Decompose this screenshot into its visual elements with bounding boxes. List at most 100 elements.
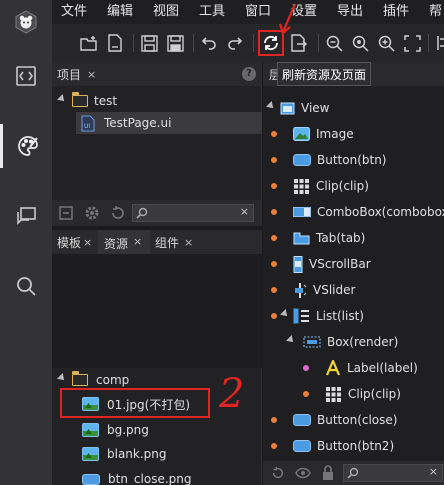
menu-plugins[interactable]: 插件 xyxy=(383,0,409,24)
menu-edit[interactable]: 编辑 xyxy=(107,0,133,24)
new-folder-icon[interactable] xyxy=(78,32,100,54)
expand-caret-icon[interactable] xyxy=(280,309,290,319)
tree-node[interactable]: Clip(clip) xyxy=(303,383,401,405)
tree-label: Box(render) xyxy=(327,335,399,349)
comment-icon[interactable] xyxy=(0,194,52,238)
menu-view[interactable]: 视图 xyxy=(153,0,179,24)
redo-icon[interactable] xyxy=(224,32,246,54)
tree-node[interactable]: VScrollBar xyxy=(271,253,371,275)
button-icon xyxy=(293,154,311,166)
asset-panel: 模板 × 资源 × 组件 × comp 01.jpg(不打包) 2 bg.png… xyxy=(52,230,262,485)
tab-label: 资源 xyxy=(104,237,129,251)
toolbar xyxy=(52,24,444,62)
hierarchy-search-input[interactable]: × xyxy=(343,464,443,482)
tree-label: Label(label) xyxy=(347,361,418,375)
settings-gear-icon[interactable] xyxy=(84,205,100,221)
search-icon[interactable] xyxy=(0,264,52,308)
menu-help[interactable]: 帮 xyxy=(429,0,442,24)
project-search-input[interactable]: × xyxy=(132,204,254,222)
tree-node[interactable]: Button(close) xyxy=(271,409,397,431)
menu-bar: 文件 编辑 视图 工具 窗口 设置 导出 插件 帮 xyxy=(52,0,444,24)
close-icon[interactable]: × xyxy=(133,235,142,248)
tree-node[interactable]: List(list) xyxy=(271,305,364,327)
tree-label: btn_close.png xyxy=(108,472,192,485)
align-left-icon[interactable] xyxy=(433,32,444,54)
close-icon[interactable]: × xyxy=(184,236,193,249)
activity-bar xyxy=(0,0,52,485)
collapse-icon[interactable] xyxy=(58,205,74,221)
toolbar-separator xyxy=(428,34,429,52)
search-icon xyxy=(347,467,359,479)
refresh-small-icon[interactable] xyxy=(271,466,285,480)
tree-node[interactable]: Button(btn) xyxy=(271,149,387,171)
clip-icon xyxy=(325,386,342,403)
project-panel-header: 项目 × ? xyxy=(52,62,262,86)
help-icon[interactable]: ? xyxy=(242,67,256,81)
tree-file-btn-close[interactable]: btn_close.png xyxy=(82,468,192,485)
tree-file-blank[interactable]: blank.png xyxy=(82,443,167,465)
refresh-small-icon[interactable] xyxy=(110,205,126,221)
close-icon[interactable]: × xyxy=(87,68,96,81)
save-all-icon[interactable] xyxy=(164,32,186,54)
undo-icon[interactable] xyxy=(198,32,220,54)
asset-preview-area xyxy=(52,254,262,368)
tree-label: Clip(clip) xyxy=(316,179,369,193)
tree-file-testpage[interactable]: UI TestPage.ui xyxy=(76,112,262,134)
tree-label: Tab(tab) xyxy=(316,231,366,245)
tree-folder-test[interactable]: test xyxy=(57,90,118,112)
toolbar-separator xyxy=(133,34,134,52)
fit-screen-icon[interactable] xyxy=(401,32,423,54)
tree-label: ComboBox(combobox) xyxy=(317,205,444,219)
node-status-dot xyxy=(271,287,277,293)
tree-file-bg[interactable]: bg.png xyxy=(82,419,149,441)
clear-search-icon[interactable]: × xyxy=(429,465,438,478)
menu-export[interactable]: 导出 xyxy=(337,0,363,24)
ui-file-icon: UI xyxy=(81,115,95,131)
close-icon[interactable]: × xyxy=(83,236,92,249)
code-view-icon[interactable] xyxy=(0,54,52,98)
tree-label: Button(btn) xyxy=(317,153,387,167)
zoom-out-icon[interactable] xyxy=(323,32,345,54)
lock-icon[interactable] xyxy=(321,465,335,481)
tree-node[interactable]: Label(label) xyxy=(303,357,418,379)
tree-label: VScrollBar xyxy=(309,257,371,271)
app-logo-icon xyxy=(0,0,52,44)
hierarchy-search-bar: × xyxy=(263,461,444,485)
node-status-dot xyxy=(271,443,277,449)
tree-label: Image xyxy=(316,127,354,141)
menu-tools[interactable]: 工具 xyxy=(199,0,225,24)
clear-search-icon[interactable]: × xyxy=(240,205,249,218)
visibility-eye-icon[interactable] xyxy=(295,466,311,480)
tab-project[interactable]: 项目 xyxy=(57,66,81,83)
label-icon xyxy=(325,360,341,376)
node-status-dot xyxy=(271,261,277,267)
expand-caret-icon[interactable] xyxy=(266,101,276,111)
tree-label: bg.png xyxy=(107,423,149,437)
node-status-dot xyxy=(271,131,277,137)
tree-node[interactable]: Image xyxy=(271,123,354,145)
tree-node-view[interactable]: View xyxy=(266,97,329,119)
annotation-number: 2 xyxy=(219,371,245,417)
expand-caret-icon[interactable] xyxy=(57,94,67,104)
tab-components[interactable]: 组件 xyxy=(155,234,179,251)
tab-templates[interactable]: 模板 xyxy=(57,234,81,251)
menu-window[interactable]: 窗口 xyxy=(245,0,271,24)
tab-assets-active[interactable]: 资源 × xyxy=(98,230,150,254)
expand-caret-icon[interactable] xyxy=(57,373,67,383)
toolbar-separator xyxy=(193,34,194,52)
tree-node[interactable]: Box(render) xyxy=(286,331,399,353)
expand-caret-icon[interactable] xyxy=(286,335,296,345)
tree-node[interactable]: Clip(clip) xyxy=(271,175,369,197)
tree-node[interactable]: Tab(tab) xyxy=(271,227,365,249)
clip-icon xyxy=(293,178,310,195)
new-file-icon[interactable] xyxy=(104,32,126,54)
design-palette-icon[interactable] xyxy=(0,124,52,168)
zoom-reset-icon[interactable] xyxy=(349,32,371,54)
tree-node[interactable]: Button(btn2) xyxy=(271,435,394,457)
tree-label: test xyxy=(94,94,118,108)
menu-file[interactable]: 文件 xyxy=(61,0,87,24)
save-icon[interactable] xyxy=(138,32,160,54)
tree-node[interactable]: ComboBox(combobox) xyxy=(271,201,444,223)
tree-node[interactable]: VSlider xyxy=(271,279,355,301)
zoom-in-icon[interactable] xyxy=(375,32,397,54)
